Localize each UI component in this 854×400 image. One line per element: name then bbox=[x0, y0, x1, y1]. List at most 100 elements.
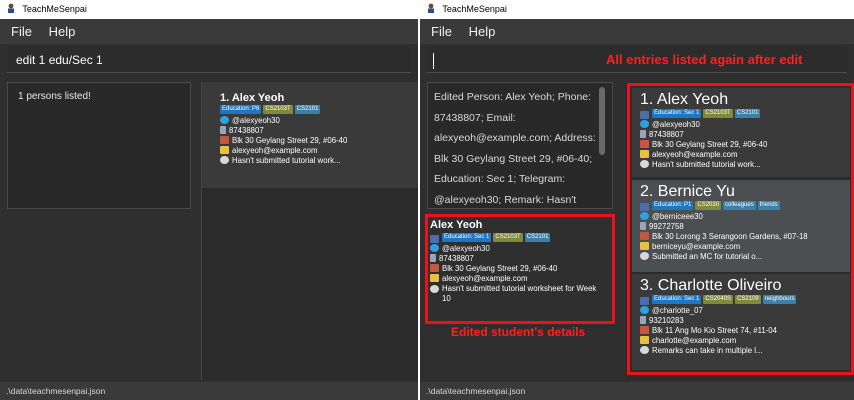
result-text: 1 persons listed! bbox=[18, 91, 91, 102]
email-text: berniceyu@example.com bbox=[652, 242, 741, 251]
phone-icon bbox=[640, 130, 646, 138]
module-tag: CS2101 bbox=[524, 233, 551, 242]
phone-row: 99272758 bbox=[640, 222, 850, 232]
address-text: Blk 30 Geylang Street 29, #06-40 bbox=[652, 140, 768, 149]
address-row: Blk 11 Ang Mo Kio Street 74, #11-04 bbox=[640, 326, 850, 336]
window-title: TeachMeSenpai bbox=[442, 4, 507, 14]
telegram-icon bbox=[430, 244, 439, 252]
other-tag: friends bbox=[757, 201, 780, 210]
person-card[interactable]: 1. Alex Yeoh Education: Sec 1 CS2103T CS21… bbox=[632, 88, 850, 177]
text-cursor bbox=[433, 52, 434, 69]
result-display: Edited Person: Alex Yeoh; Phone: 8743880… bbox=[427, 82, 613, 209]
module-tag: CS2103T bbox=[493, 233, 523, 242]
telegram-icon bbox=[640, 212, 649, 220]
education-icon bbox=[640, 111, 649, 119]
person-name: 2. Bernice Yu bbox=[640, 183, 735, 200]
tag-list: Education: Sec 1 CS2103T CS2101 bbox=[640, 109, 850, 119]
phone-icon bbox=[430, 254, 436, 262]
telegram-icon bbox=[220, 116, 229, 124]
module-tag: CS2040S bbox=[703, 295, 734, 304]
telegram-text: @alexyeoh30 bbox=[232, 116, 280, 125]
telegram-row: @berniceee30 bbox=[640, 212, 850, 222]
phone-text: 87438807 bbox=[649, 130, 684, 139]
person-list-panel[interactable]: 1. Alex Yeoh Education: P6 CS2103T CS2101 … bbox=[201, 82, 418, 380]
phone-row: 87438807 bbox=[640, 130, 850, 140]
remark-icon bbox=[640, 252, 649, 260]
email-row: alexyeoh@example.com bbox=[430, 274, 612, 284]
email-row: alexyeoh@example.com bbox=[220, 146, 418, 156]
telegram-icon bbox=[640, 120, 649, 128]
telegram-icon bbox=[640, 306, 649, 314]
command-input[interactable]: edit 1 edu/Sec 1 bbox=[7, 47, 411, 73]
menu-help[interactable]: Help bbox=[469, 24, 496, 39]
telegram-row: @alexyeoh30 bbox=[220, 116, 418, 126]
menu-bar: File Help bbox=[420, 19, 854, 44]
education-tag: Education: P1 bbox=[652, 201, 694, 210]
email-icon bbox=[220, 146, 229, 154]
remark-icon bbox=[220, 156, 229, 164]
house-icon bbox=[640, 140, 649, 148]
address-row: Blk 30 Geylang Street 29, #06-40 bbox=[430, 264, 612, 274]
menu-file[interactable]: File bbox=[431, 24, 452, 39]
left-app-window: TeachMeSenpai File Help edit 1 edu/Sec 1… bbox=[0, 0, 418, 400]
address-text: Blk 30 Geylang Street 29, #06-40 bbox=[442, 264, 558, 273]
email-icon bbox=[640, 150, 649, 158]
education-tag: Education: P6 bbox=[220, 105, 262, 114]
menu-help[interactable]: Help bbox=[49, 24, 76, 39]
status-path: .\data\teachmesenpai.json bbox=[426, 386, 526, 396]
education-tag: Education: Sec 1 bbox=[442, 233, 492, 242]
status-path: .\data\teachmesenpai.json bbox=[6, 386, 106, 396]
education-tag: Education: Sec 1 bbox=[652, 109, 702, 118]
remark-row: Remarks can take in multiple l... bbox=[640, 346, 850, 356]
education-icon bbox=[640, 297, 649, 305]
phone-row: 93210283 bbox=[640, 316, 850, 326]
phone-text: 99272758 bbox=[649, 222, 684, 231]
tag-list: Education: Sec 1 CS2040S CS2109 neighbours bbox=[640, 295, 850, 305]
house-icon bbox=[640, 232, 649, 240]
result-display: 1 persons listed! bbox=[7, 82, 191, 209]
address-row: Blk 30 Geylang Street 29, #06-40 bbox=[220, 136, 418, 146]
detail-name: Alex Yeoh bbox=[430, 219, 483, 231]
module-tag: CS2109 bbox=[735, 295, 761, 304]
email-row: charlotte@example.com bbox=[640, 336, 850, 346]
remark-text: Hasn't submitted tutorial work... bbox=[232, 156, 341, 165]
tag-list: Education: P1 CS2030 colleagues friends bbox=[640, 201, 850, 211]
status-bar: .\data\teachmesenpai.json bbox=[420, 382, 854, 400]
house-icon bbox=[640, 326, 649, 334]
menu-file[interactable]: File bbox=[11, 24, 32, 39]
remark-text: Hasn't submitted tutorial work... bbox=[652, 160, 761, 169]
tag-list: Education: Sec 1 CS2103T CS2101 bbox=[430, 233, 612, 243]
address-text: Blk 30 Lorong 3 Serangoon Gardens, #07-1… bbox=[652, 232, 808, 241]
phone-icon bbox=[640, 316, 646, 324]
email-row: berniceyu@example.com bbox=[640, 242, 850, 252]
person-name: 3. Charlotte Oliveiro bbox=[640, 277, 782, 294]
person-card[interactable]: 1. Alex Yeoh Education: P6 CS2103T CS2101 … bbox=[202, 82, 418, 188]
annotation-edited-details: Edited student's details bbox=[451, 325, 586, 339]
edited-detail-panel: Alex Yeoh Education: Sec 1 CS2103T CS2101 … bbox=[430, 219, 612, 304]
telegram-row: @alexyeoh30 bbox=[640, 120, 850, 130]
email-text: charlotte@example.com bbox=[652, 336, 737, 345]
tag-list: Education: P6 CS2103T CS2101 bbox=[220, 105, 418, 115]
address-row: Blk 30 Lorong 3 Serangoon Gardens, #07-1… bbox=[640, 232, 850, 242]
education-icon bbox=[430, 235, 439, 243]
title-bar: TeachMeSenpai bbox=[420, 0, 854, 19]
person-name: 1. Alex Yeoh bbox=[220, 92, 285, 104]
person-card[interactable]: 2. Bernice Yu Education: P1 CS2030 colleag… bbox=[632, 180, 850, 272]
remark-row: Submitted an MC for tutorial o... bbox=[640, 252, 850, 262]
window-title: TeachMeSenpai bbox=[22, 4, 87, 14]
person-card[interactable]: 3. Charlotte Oliveiro Education: Sec 1 CS… bbox=[632, 274, 850, 370]
phone-text: 87438807 bbox=[229, 126, 264, 135]
telegram-row: @charlotte_07 bbox=[640, 306, 850, 316]
other-tag: colleagues bbox=[723, 201, 756, 210]
command-text: edit 1 edu/Sec 1 bbox=[16, 53, 103, 67]
module-tag: CS2103T bbox=[703, 109, 733, 118]
result-scrollbar[interactable] bbox=[599, 87, 605, 155]
person-name: 1. Alex Yeoh bbox=[640, 91, 729, 108]
remark-icon bbox=[640, 346, 649, 354]
phone-icon bbox=[220, 126, 226, 134]
app-logo-icon bbox=[6, 1, 16, 13]
telegram-text: @alexyeoh30 bbox=[652, 120, 700, 129]
module-tag: CS2103T bbox=[263, 105, 293, 114]
other-tag: neighbours bbox=[762, 295, 797, 304]
result-text: Edited Person: Alex Yeoh; Phone: 8743880… bbox=[434, 91, 596, 206]
